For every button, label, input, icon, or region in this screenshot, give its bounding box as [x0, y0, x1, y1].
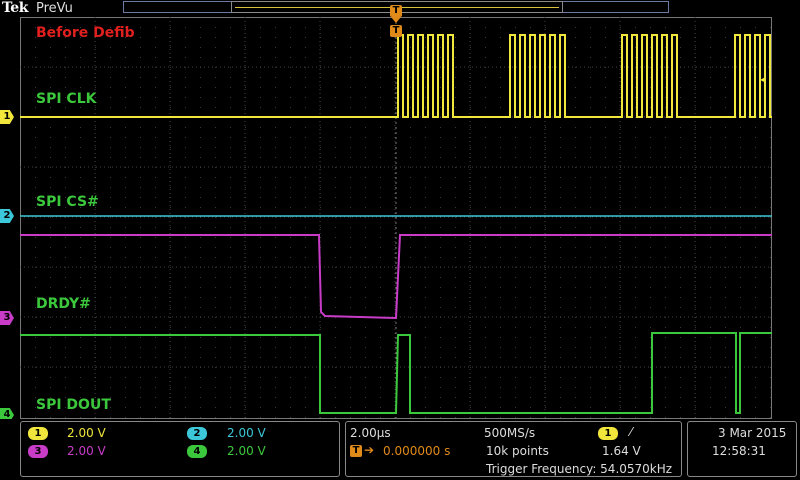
- annotation-text: Before Defib: [36, 25, 135, 41]
- ch3-ground-marker[interactable]: 3: [0, 311, 14, 325]
- ch1-label: SPI CLK: [36, 91, 97, 107]
- ch1-scale: 2.00 V: [67, 426, 106, 440]
- vertical-scale-panel[interactable]: 1 2.00 V 2 2.00 V 3 2.00 V 4 2.00 V: [20, 421, 340, 477]
- trigger-t-icon: T: [390, 5, 402, 17]
- horizontal-panel[interactable]: 2.00µs T ➔ 0.000000 s 500MS/s 10k points…: [345, 421, 682, 477]
- date-value: 3 Mar 2015: [718, 426, 787, 440]
- ch3-chip[interactable]: 3: [28, 445, 48, 458]
- trigger-t-icon-lower: T: [390, 25, 402, 37]
- time-value: 12:58:31: [712, 444, 766, 458]
- ch3-label: DRDY#: [36, 296, 91, 312]
- brand-logo: Tek: [2, 0, 28, 16]
- trigger-position-icon: T: [350, 445, 362, 457]
- trigger-frequency: Trigger Frequency: 54.0570kHz: [486, 462, 673, 476]
- waveform-display: ◂: [20, 17, 772, 419]
- ch4-chip[interactable]: 4: [187, 445, 207, 458]
- ch4-label: SPI DOUT: [36, 397, 111, 413]
- trigger-level-arrow: ◂: [760, 72, 766, 86]
- ch1-chip[interactable]: 1: [28, 427, 48, 440]
- trigger-arrow-icon: [391, 17, 401, 23]
- record-length: 10k points: [486, 444, 549, 458]
- ch2-scale: 2.00 V: [227, 426, 266, 440]
- ch2-ground-marker[interactable]: 2: [0, 209, 14, 223]
- datetime-panel: 3 Mar 2015 12:58:31: [687, 421, 797, 477]
- sample-rate: 500MS/s: [484, 426, 536, 440]
- ch2-chip[interactable]: 2: [187, 427, 207, 440]
- trigger-level: 1.64 V: [602, 444, 641, 458]
- ch1-ground-marker[interactable]: 1: [0, 110, 14, 124]
- horizontal-position: 0.000000 s: [383, 444, 451, 458]
- arrow-icon: ➔: [364, 443, 375, 457]
- readout-bar: 1 2.00 V 2 2.00 V 3 2.00 V 4 2.00 V 2.00…: [0, 419, 800, 480]
- trigger-source-chip[interactable]: 1: [598, 427, 618, 440]
- ch3-scale: 2.00 V: [67, 444, 106, 458]
- trigger-position-marker[interactable]: T T: [390, 0, 402, 40]
- rising-edge-icon: ⁄: [630, 425, 633, 439]
- timebase-value: 2.00µs: [350, 426, 391, 440]
- ch2-label: SPI CS#: [36, 194, 99, 210]
- acquisition-mode: PreVu: [36, 1, 73, 16]
- ch4-scale: 2.00 V: [227, 444, 266, 458]
